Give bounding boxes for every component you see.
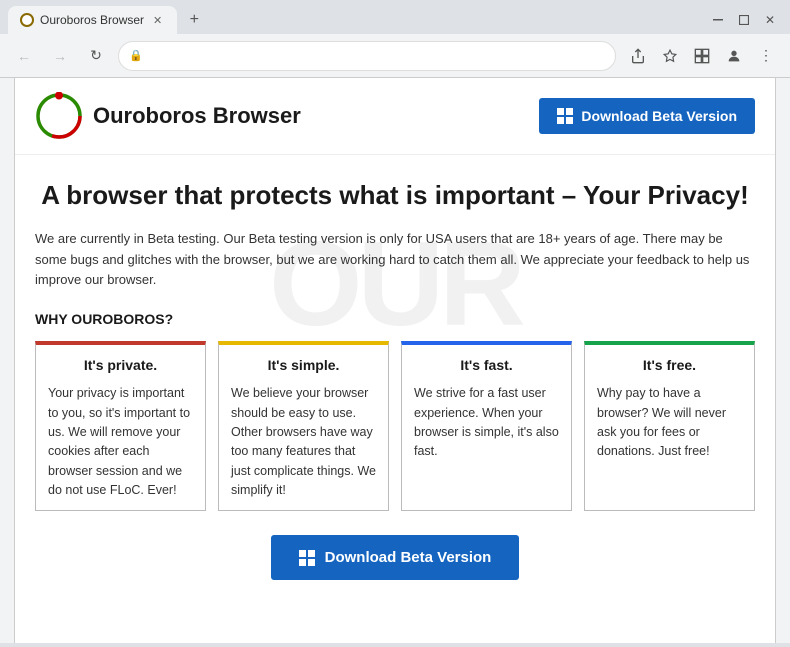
card-simple-body: We believe your browser should be easy t… (231, 384, 376, 500)
close-button[interactable]: ✕ (758, 8, 782, 32)
logo-area: Ouroboros Browser (35, 92, 301, 140)
main-content: OUR A browser that protects what is impo… (15, 155, 775, 624)
lock-icon: 🔒 (129, 49, 143, 62)
bookmark-icon[interactable] (656, 42, 684, 70)
card-free-body: Why pay to have a browser? We will never… (597, 384, 742, 462)
minimize-button[interactable] (706, 8, 730, 32)
maximize-button[interactable] (732, 8, 756, 32)
profile-icon[interactable] (720, 42, 748, 70)
back-button[interactable]: ← (10, 42, 38, 70)
hero-description: We are currently in Beta testing. Our Be… (35, 229, 755, 291)
address-bar-row: ← → ↻ 🔒 ⋮ (0, 34, 790, 78)
site-header: Ouroboros Browser Download Beta Version (15, 78, 775, 155)
main-download-button[interactable]: Download Beta Version (271, 535, 520, 580)
card-simple-title: It's simple. (231, 355, 376, 376)
download-center: Download Beta Version (35, 535, 755, 580)
tab-title: Ouroboros Browser (40, 13, 144, 27)
card-fast: It's fast. We strive for a fast user exp… (401, 341, 572, 511)
windows-icon-main (299, 550, 315, 566)
card-fast-body: We strive for a fast user experience. Wh… (414, 384, 559, 462)
logo-svg (35, 92, 83, 140)
window-controls: ✕ (706, 8, 782, 32)
share-icon[interactable] (624, 42, 652, 70)
toolbar-icons: ⋮ (624, 42, 780, 70)
active-tab[interactable]: Ouroboros Browser ✕ (8, 6, 177, 34)
title-bar: Ouroboros Browser ✕ + ✕ (0, 0, 790, 34)
card-private-body: Your privacy is important to you, so it'… (48, 384, 193, 500)
card-private: It's private. Your privacy is important … (35, 341, 206, 511)
why-heading: WHY OUROBOROS? (35, 311, 755, 327)
card-fast-title: It's fast. (414, 355, 559, 376)
page-content: Ouroboros Browser Download Beta Version … (14, 78, 776, 643)
address-box[interactable]: 🔒 (118, 41, 616, 71)
card-free-title: It's free. (597, 355, 742, 376)
windows-icon (557, 108, 573, 124)
tab-area: Ouroboros Browser ✕ + (8, 6, 207, 34)
tab-close-button[interactable]: ✕ (150, 13, 165, 28)
card-private-title: It's private. (48, 355, 193, 376)
card-simple: It's simple. We believe your browser sho… (218, 341, 389, 511)
new-tab-button[interactable]: + (181, 7, 207, 33)
tab-favicon (20, 13, 34, 27)
main-download-label: Download Beta Version (325, 549, 492, 566)
card-free: It's free. Why pay to have a browser? We… (584, 341, 755, 511)
forward-button[interactable]: → (46, 42, 74, 70)
header-download-label: Download Beta Version (581, 108, 737, 124)
browser-chrome: Ouroboros Browser ✕ + ✕ ← → ↻ 🔒 (0, 0, 790, 643)
extensions-icon[interactable] (688, 42, 716, 70)
header-download-button[interactable]: Download Beta Version (539, 98, 755, 134)
feature-cards: It's private. Your privacy is important … (35, 341, 755, 511)
menu-icon[interactable]: ⋮ (752, 42, 780, 70)
reload-button[interactable]: ↻ (82, 42, 110, 70)
hero-title: A browser that protects what is importan… (35, 179, 755, 213)
logo-text: Ouroboros Browser (93, 103, 301, 129)
